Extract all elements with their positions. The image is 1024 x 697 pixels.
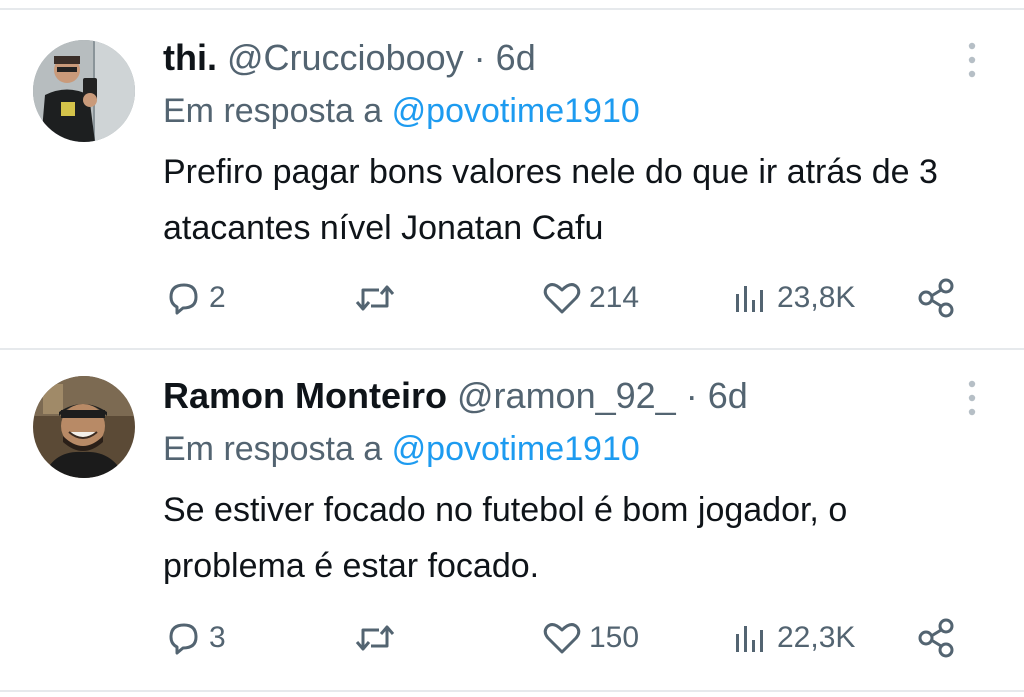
top-divider	[0, 8, 1024, 10]
avatar[interactable]	[33, 376, 135, 478]
user-handle[interactable]: @ramon_92_	[457, 375, 676, 416]
separator-dot: ·	[473, 37, 486, 78]
analytics-icon	[736, 626, 763, 652]
action-bar: 3 150 22,3K	[163, 616, 963, 660]
views-count: 22,3K	[777, 621, 856, 654]
reply-button[interactable]: 2	[163, 276, 226, 320]
tweet-header: thi. @Crucciobooy · 6d	[163, 36, 536, 80]
timestamp[interactable]: 6d	[496, 37, 536, 78]
tweet-header: Ramon Monteiro @ramon_92_ · 6d	[163, 374, 748, 418]
share-icon	[918, 278, 954, 318]
analytics-icon	[736, 286, 763, 312]
like-count: 214	[589, 281, 640, 314]
reply-icon	[169, 283, 198, 315]
retweet-icon	[355, 285, 395, 311]
share-button[interactable]	[915, 276, 959, 320]
more-options-icon[interactable]	[962, 40, 982, 80]
reply-button[interactable]: 3	[163, 616, 226, 660]
tweet[interactable]: Ramon Monteiro @ramon_92_ · 6d Em respos…	[0, 370, 1024, 690]
bottom-divider	[0, 690, 1024, 692]
share-button[interactable]	[915, 616, 959, 660]
avatar[interactable]	[33, 40, 135, 142]
action-bar: 2 214 23,8K	[163, 276, 963, 320]
tweet[interactable]: thi. @Crucciobooy · 6d Em resposta a @po…	[0, 30, 1024, 350]
reply-prefix: Em resposta a	[163, 430, 383, 468]
tweet-text: Se estiver focado no futebol é bom jogad…	[163, 491, 848, 585]
reply-context: Em resposta a @povotime1910	[163, 90, 640, 132]
avatar-man-mirror-selfie-icon	[33, 40, 135, 142]
views-button[interactable]: 22,3K	[731, 616, 855, 660]
reply-prefix: Em resposta a	[163, 92, 383, 130]
retweet-button[interactable]	[353, 616, 403, 660]
like-button[interactable]: 150	[541, 616, 639, 660]
like-count: 150	[589, 621, 640, 654]
display-name[interactable]: thi.	[163, 37, 217, 78]
separator-dot: ·	[685, 375, 698, 416]
reply-count: 3	[209, 621, 226, 654]
display-name[interactable]: Ramon Monteiro	[163, 375, 447, 416]
views-button[interactable]: 23,8K	[731, 276, 855, 320]
reply-mention[interactable]: @povotime1910	[392, 430, 640, 468]
tweet-text: Prefiro pagar bons valores nele do que i…	[163, 153, 938, 247]
timestamp[interactable]: 6d	[708, 375, 748, 416]
like-button[interactable]: 214	[541, 276, 639, 320]
more-options-icon[interactable]	[962, 378, 982, 418]
heart-icon	[543, 283, 581, 314]
reply-count: 2	[209, 281, 226, 314]
reply-context: Em resposta a @povotime1910	[163, 428, 640, 470]
avatar-man-smiling-cap-icon	[33, 376, 135, 478]
heart-icon	[543, 623, 581, 654]
reply-mention[interactable]: @povotime1910	[392, 92, 640, 130]
retweet-icon	[355, 625, 395, 651]
retweet-button[interactable]	[353, 276, 403, 320]
user-handle[interactable]: @Crucciobooy	[227, 37, 464, 78]
share-icon	[918, 618, 954, 658]
tweet-divider	[0, 348, 1024, 350]
views-count: 23,8K	[777, 281, 856, 314]
reply-icon	[169, 623, 198, 655]
